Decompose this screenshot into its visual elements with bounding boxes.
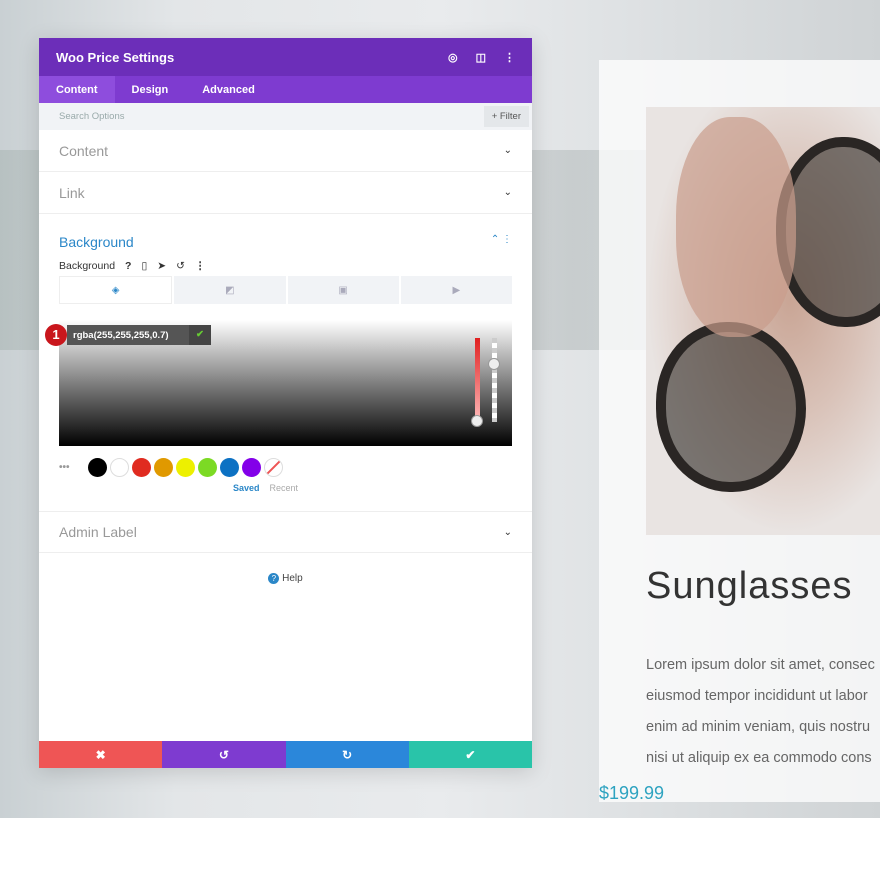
color-value-input[interactable]: rgba(255,255,255,0.7) — [73, 330, 169, 341]
color-tab-icon[interactable]: ◈ — [59, 276, 173, 304]
help-link[interactable]: ? Help — [39, 573, 532, 584]
more-swatches-icon[interactable]: ••• — [59, 462, 85, 473]
tab-advanced[interactable]: Advanced — [185, 76, 272, 103]
video-tab-icon[interactable]: ▶ — [400, 276, 512, 304]
undo-button[interactable]: ↺ — [162, 741, 286, 768]
color-swatch[interactable] — [110, 458, 129, 477]
split-view-icon[interactable]: ◫ — [476, 51, 486, 64]
mobile-icon[interactable]: ▯ — [141, 260, 147, 272]
color-swatch[interactable] — [220, 458, 239, 477]
product-price: $199.99 — [599, 783, 665, 803]
color-swatch[interactable] — [88, 458, 107, 477]
color-picker[interactable]: 1 rgba(255,255,255,0.7) ✔ — [45, 320, 512, 446]
color-swatch[interactable] — [242, 458, 261, 477]
panel-title: Woo Price Settings — [56, 49, 175, 65]
help-icon[interactable]: ? — [125, 260, 131, 272]
hue-handle[interactable] — [471, 415, 483, 427]
color-swatch[interactable] — [154, 458, 173, 477]
image-tab-icon[interactable]: ▣ — [287, 276, 399, 304]
pointer-icon[interactable]: ➤ — [157, 260, 166, 272]
search-input[interactable]: Search Options — [59, 111, 124, 122]
opacity-slider[interactable] — [492, 338, 497, 422]
gradient-tab-icon[interactable]: ◩ — [174, 276, 286, 304]
more-icon[interactable]: ⋮ — [504, 51, 515, 64]
fullscreen-icon[interactable]: ◎ — [448, 51, 458, 64]
product-image — [646, 107, 880, 535]
chevron-down-icon: ⌄ — [503, 187, 512, 198]
step-badge: 1 — [45, 324, 67, 346]
check-icon[interactable]: ✔ — [189, 325, 211, 345]
opacity-handle[interactable] — [488, 358, 500, 370]
filter-button[interactable]: + Filter — [483, 106, 529, 127]
reset-icon[interactable]: ↺ — [176, 260, 185, 272]
more-icon[interactable]: ⋮ — [195, 260, 206, 272]
chevron-down-icon: ⌄ — [503, 526, 512, 538]
clear-color-swatch[interactable] — [264, 458, 283, 477]
section-background[interactable]: Background ⌃ ⋮ — [39, 214, 532, 250]
section-content[interactable]: Content ⌄ — [39, 130, 532, 172]
saved-tab[interactable]: Saved — [233, 483, 260, 493]
help-icon: ? — [268, 573, 280, 584]
recent-tab[interactable]: Recent — [270, 483, 299, 493]
cancel-button[interactable]: ✖ — [39, 741, 163, 768]
settings-panel: Woo Price Settings ◎ ◫ ⋮ Content Design Adva… — [39, 38, 532, 768]
color-swatch[interactable] — [198, 458, 217, 477]
save-button[interactable]: ✔ — [408, 741, 532, 768]
section-link[interactable]: Link ⌄ — [39, 172, 532, 214]
product-description: Lorem ipsum dolor sit amet, consec eiusmo… — [646, 657, 875, 766]
chevron-up-icon: ⌃ ⋮ — [490, 234, 512, 245]
section-admin-label[interactable]: Admin Label ⌄ — [39, 511, 532, 553]
color-swatch[interactable] — [176, 458, 195, 477]
redo-button[interactable]: ↻ — [285, 741, 409, 768]
color-swatch[interactable] — [132, 458, 151, 477]
product-title: Sunglasses — [646, 565, 853, 607]
chevron-down-icon: ⌄ — [503, 145, 512, 156]
tab-content[interactable]: Content — [39, 76, 115, 103]
background-label: Background — [59, 260, 116, 272]
hue-slider[interactable] — [475, 338, 480, 422]
tab-design[interactable]: Design — [115, 76, 186, 103]
